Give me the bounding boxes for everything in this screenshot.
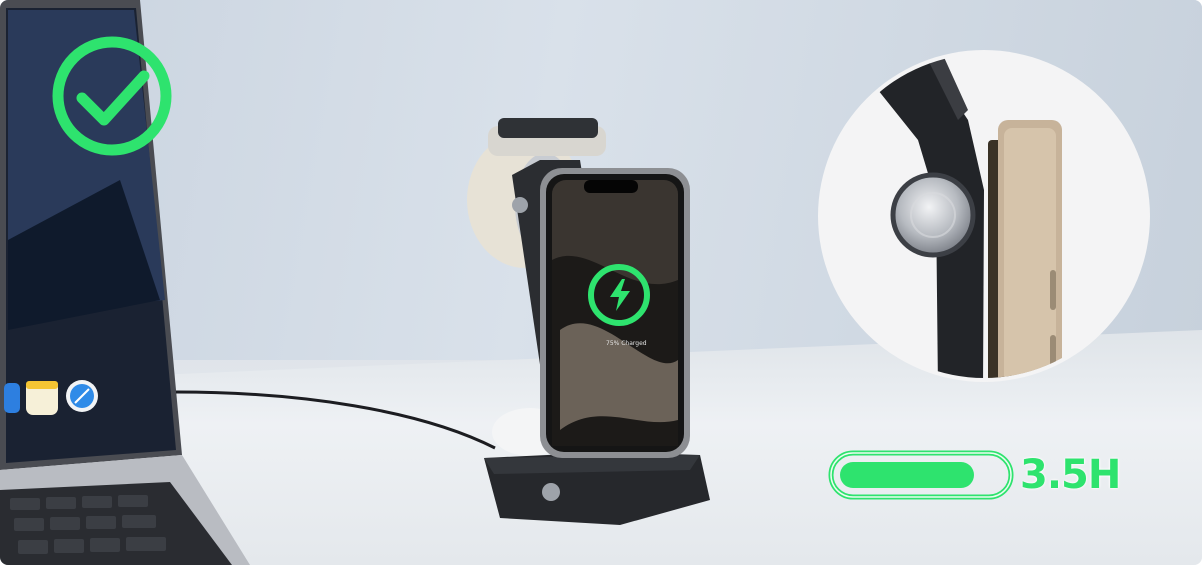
- check-circle-icon: [52, 36, 172, 156]
- battery-icon: [828, 450, 1014, 500]
- screen-status-text: 75% Charged: [606, 340, 647, 347]
- charging-bolt-icon: [610, 279, 630, 311]
- battery-duration-label: 3.5H: [1020, 452, 1121, 498]
- detail-zoom-circle: [818, 50, 1150, 382]
- product-scene: 75% Charged 3.5H: [0, 0, 1202, 565]
